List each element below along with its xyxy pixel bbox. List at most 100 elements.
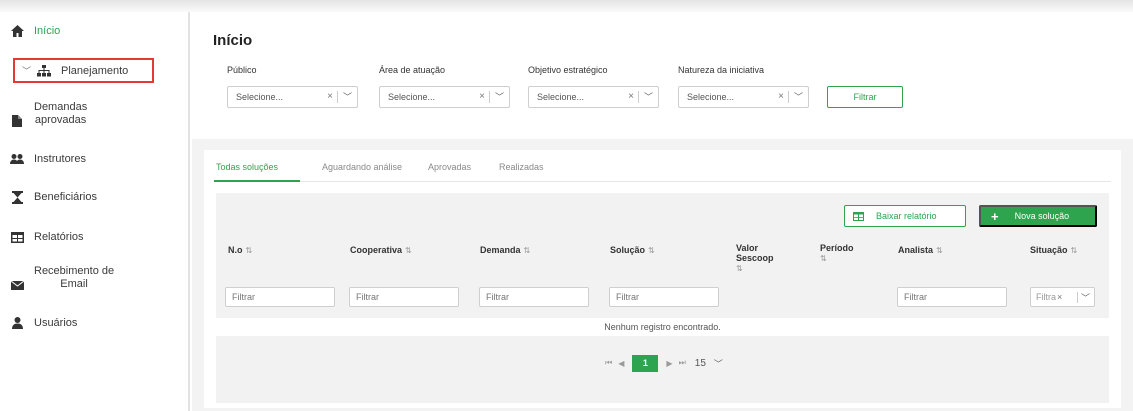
document-icon <box>10 114 24 128</box>
main-content: Início Público Selecione... × ﹀ Área de … <box>192 12 1133 411</box>
chevron-down-icon[interactable]: ﹀ <box>794 90 803 103</box>
divider <box>638 91 639 103</box>
tab-aguardando-analise[interactable]: Aguardando análise <box>322 162 402 172</box>
column-label: Cooperativa <box>350 245 403 255</box>
clear-icon[interactable]: × <box>628 91 634 102</box>
sidebar-item-label: Planejamento <box>61 64 129 77</box>
sidebar-item-label: Recebimento de Email <box>34 265 114 291</box>
sort-icon: ⇅ <box>936 246 943 255</box>
situacao-filter-placeholder: Filtra <box>1036 292 1056 302</box>
divider <box>489 91 490 103</box>
prev-page-button[interactable]: ◀ <box>618 359 624 368</box>
envelope-icon <box>10 278 24 292</box>
area-atuacao-placeholder: Selecione... <box>388 92 436 102</box>
divider <box>788 91 789 103</box>
sidebar-item-usuarios[interactable]: Usuários <box>10 316 77 330</box>
sidebar-item-label: Instrutores <box>34 153 86 165</box>
column-label: N.o <box>228 245 243 255</box>
empty-table-message: Nenhum registro encontrado. <box>216 318 1109 336</box>
first-page-button[interactable]: ⏮ <box>605 358 612 368</box>
chevron-down-icon[interactable]: ﹀ <box>1081 291 1090 304</box>
sidebar-item-label: Início <box>34 25 61 37</box>
column-header-cooperativa[interactable]: Cooperativa ⇅ <box>350 245 412 256</box>
area-atuacao-select[interactable]: Selecione... × ﹀ <box>379 86 510 108</box>
sidebar-item-recebimento-email[interactable]: Recebimento de Email <box>10 264 114 292</box>
natureza-iniciativa-label: Natureza da iniciativa <box>678 65 765 75</box>
numero-filter-input[interactable] <box>225 287 335 307</box>
situacao-filter-select[interactable]: Filtra × ﹀ <box>1030 287 1095 307</box>
cooperativa-filter-input[interactable] <box>349 287 459 307</box>
page-title: Início <box>213 32 253 49</box>
column-label: Analista <box>898 245 934 255</box>
chevron-down-icon: ﹀ <box>22 66 32 76</box>
tabs-divider <box>214 181 1111 182</box>
label-line-2: Email <box>60 278 88 290</box>
solutions-panel: Todas soluções Aguardando análise Aprova… <box>204 150 1121 408</box>
new-solution-button[interactable]: + Nova solução <box>979 205 1097 227</box>
divider <box>1077 292 1078 303</box>
label-line-1: Recebimento de <box>34 265 115 277</box>
publico-label: Público <box>227 65 257 75</box>
tab-aprovadas[interactable]: Aprovadas <box>428 162 471 172</box>
page-size-select[interactable]: 15 ﹀ <box>695 357 723 370</box>
sidebar-item-label: Usuários <box>34 317 78 329</box>
new-solution-label: Nova solução <box>1014 211 1070 221</box>
chevron-down-icon[interactable]: ﹀ <box>495 90 504 103</box>
sort-icon: ⇅ <box>736 264 743 273</box>
solucao-filter-input[interactable] <box>609 287 719 307</box>
tab-realizadas[interactable]: Realizadas <box>499 162 544 172</box>
chevron-down-icon[interactable]: ﹀ <box>644 90 653 103</box>
table-icon <box>10 230 24 244</box>
demanda-filter-input[interactable] <box>479 287 589 307</box>
natureza-iniciativa-placeholder: Selecione... <box>687 92 735 102</box>
column-header-valor-sescoop[interactable]: Valor Sescoop ⇅ <box>736 243 796 274</box>
sidebar-item-beneficiarios[interactable]: Beneficiários <box>10 190 97 204</box>
chevron-down-icon: ﹀ <box>713 358 723 369</box>
column-header-situacao[interactable]: Situação ⇅ <box>1030 245 1077 256</box>
sort-icon: ⇅ <box>820 254 827 263</box>
last-page-button[interactable]: ⏭ <box>679 358 686 368</box>
column-header-demanda[interactable]: Demanda ⇅ <box>480 245 530 256</box>
download-report-label: Baixar relatório <box>876 211 937 221</box>
sidebar-item-label: Beneficiários <box>34 191 97 203</box>
divider <box>337 91 338 103</box>
chevron-down-icon[interactable]: ﹀ <box>343 90 352 103</box>
sort-icon: ⇅ <box>245 246 253 255</box>
filter-button[interactable]: Filtrar <box>827 86 903 108</box>
sidebar-item-label: Relatórios <box>34 231 84 243</box>
sidebar-item-planejamento[interactable]: ﹀ Planejamento <box>13 58 154 83</box>
column-label: Situação <box>1030 245 1068 255</box>
sort-icon: ⇅ <box>648 246 655 255</box>
objetivo-estrategico-select[interactable]: Selecione... × ﹀ <box>528 86 659 108</box>
sidebar-item-relatorios[interactable]: Relatórios <box>10 230 84 244</box>
label-line-1: Demandas <box>34 101 88 113</box>
clear-icon[interactable]: × <box>778 91 784 102</box>
natureza-iniciativa-select[interactable]: Selecione... × ﹀ <box>678 86 809 108</box>
objetivo-estrategico-placeholder: Selecione... <box>537 92 585 102</box>
next-page-button[interactable]: ▶ <box>666 359 672 368</box>
column-header-analista[interactable]: Analista ⇅ <box>898 245 943 256</box>
label-line-2: aprovadas <box>34 114 87 126</box>
sidebar-item-demandas-aprovadas[interactable]: Demandas aprovadas <box>10 100 87 128</box>
analista-filter-input[interactable] <box>897 287 1007 307</box>
top-bar <box>0 0 1133 12</box>
hourglass-icon <box>10 190 24 204</box>
sidebar-item-label: Demandas aprovadas <box>34 101 87 127</box>
column-header-solucao[interactable]: Solução ⇅ <box>610 245 655 256</box>
pagination: ⏮ ◀ 1 ▶ ⏭ 15 ﹀ <box>216 353 1109 373</box>
tab-todas-solucoes[interactable]: Todas soluções <box>216 162 278 172</box>
clear-icon[interactable]: × <box>479 91 485 102</box>
current-page-button[interactable]: 1 <box>632 354 659 372</box>
column-header-periodo[interactable]: Período ⇅ <box>820 243 860 264</box>
column-label: Demanda <box>480 245 521 255</box>
sidebar-item-inicio[interactable]: Início <box>10 24 60 38</box>
solutions-table-panel: Baixar relatório + Nova solução N.o ⇅ Coo… <box>216 193 1109 403</box>
filters-panel: Início Público Selecione... × ﹀ Área de … <box>192 12 1133 139</box>
sidebar-item-instrutores[interactable]: Instrutores <box>10 152 86 166</box>
clear-icon[interactable]: × <box>1057 292 1062 302</box>
download-report-button[interactable]: Baixar relatório <box>844 205 966 227</box>
clear-icon[interactable]: × <box>327 91 333 102</box>
publico-select[interactable]: Selecione... × ﹀ <box>227 86 358 108</box>
column-header-numero[interactable]: N.o ⇅ <box>228 245 252 256</box>
plus-icon: + <box>991 208 999 224</box>
